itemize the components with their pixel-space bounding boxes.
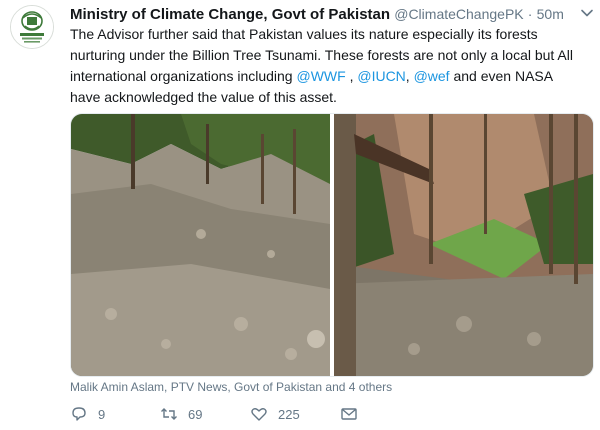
heart-icon	[251, 408, 267, 421]
direct-message-button[interactable]	[340, 402, 358, 426]
retweet-button[interactable]: 69	[160, 402, 202, 426]
reply-button[interactable]: 9	[70, 402, 105, 426]
tweet-text: The Advisor further said that Pakistan v…	[70, 24, 585, 108]
retweet-icon	[161, 408, 177, 420]
retweet-count: 69	[188, 406, 203, 422]
tweet-actions: 9 69 225	[70, 402, 530, 426]
government-emblem-icon	[11, 6, 53, 48]
user-handle[interactable]: @ClimateChangePK	[394, 6, 523, 22]
separator-dot: ·	[527, 6, 533, 22]
message-envelope-icon	[341, 408, 357, 420]
photo-deforested-slope[interactable]	[71, 114, 330, 376]
media-grid	[70, 113, 594, 377]
like-button[interactable]: 225	[250, 402, 300, 426]
like-count: 225	[278, 406, 300, 422]
chevron-down-icon[interactable]	[580, 6, 594, 20]
photo-tree-stumps-valley[interactable]	[334, 114, 593, 376]
avatar[interactable]	[10, 5, 54, 49]
tagged-people[interactable]: Malik Amin Aslam, PTV News, Govt of Paki…	[70, 380, 392, 394]
display-name[interactable]: Ministry of Climate Change, Govt of Paki…	[70, 6, 390, 23]
mention-wwf[interactable]: @WWF	[296, 68, 345, 84]
reply-count: 9	[98, 406, 106, 422]
reply-icon	[72, 407, 86, 421]
timestamp[interactable]: 50m	[537, 6, 564, 22]
mention-separator: ,	[405, 68, 414, 84]
mention-separator: ,	[345, 68, 358, 84]
mention-iucn[interactable]: @IUCN	[357, 68, 405, 84]
tweet-header: Ministry of Climate Change, Govt of Paki…	[70, 4, 570, 24]
tweet[interactable]: Ministry of Climate Change, Govt of Paki…	[0, 0, 600, 430]
mention-wef[interactable]: @wef	[414, 68, 450, 84]
